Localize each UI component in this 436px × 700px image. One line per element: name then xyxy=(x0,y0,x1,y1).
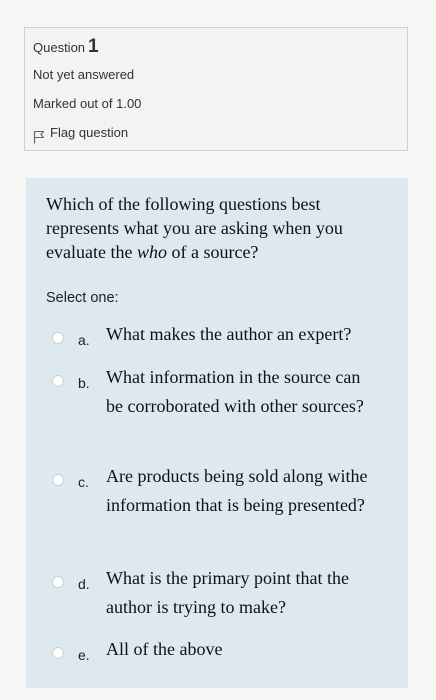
radio-button[interactable] xyxy=(52,576,64,588)
answer-letter: e. xyxy=(78,647,90,663)
question-marks: Marked out of 1.00 xyxy=(33,96,142,111)
answer-letter: d. xyxy=(78,576,90,592)
flag-question-label: Flag question xyxy=(50,125,129,140)
question-text-emphasis: who xyxy=(136,242,167,262)
answer-option-a[interactable]: a. What makes the author an expert? xyxy=(52,324,381,355)
answer-text: What is the primary point that the autho… xyxy=(106,568,349,617)
question-label: Question xyxy=(33,40,86,55)
question-content-panel: Which of the following questions best re… xyxy=(26,178,408,688)
flag-icon xyxy=(33,125,45,143)
answer-text: Are products being sold along withe info… xyxy=(106,466,368,515)
question-text: Which of the following questions best re… xyxy=(46,192,391,264)
answer-option-d[interactable]: d. What is the primary point that the au… xyxy=(52,568,381,622)
question-text-end: of a source? xyxy=(166,242,259,262)
answer-letter: b. xyxy=(78,375,90,391)
answer-letter: c. xyxy=(78,474,89,490)
answer-option-e[interactable]: e. All of the above xyxy=(52,639,381,670)
radio-button[interactable] xyxy=(52,375,64,387)
question-heading: Question 1 xyxy=(33,34,407,60)
radio-button[interactable] xyxy=(52,332,64,344)
radio-button[interactable] xyxy=(52,474,64,486)
select-one-prompt: Select one: xyxy=(46,290,119,306)
answer-option-b[interactable]: b. What information in the source can be… xyxy=(52,367,381,421)
radio-button[interactable] xyxy=(52,647,64,659)
answer-option-c[interactable]: c. Are products being sold along withe i… xyxy=(52,466,381,520)
answer-text: What makes the author an expert? xyxy=(106,324,352,344)
answer-letter: a. xyxy=(78,332,90,348)
answer-text: All of the above xyxy=(106,639,223,659)
flag-question-link[interactable]: Flag question xyxy=(33,118,407,147)
answer-text: What information in the source can be co… xyxy=(106,367,364,416)
question-status: Not yet answered xyxy=(33,67,135,82)
question-info-panel: Question 1 Not yet answered Marked out of… xyxy=(24,27,408,151)
question-number: 1 xyxy=(88,36,99,57)
